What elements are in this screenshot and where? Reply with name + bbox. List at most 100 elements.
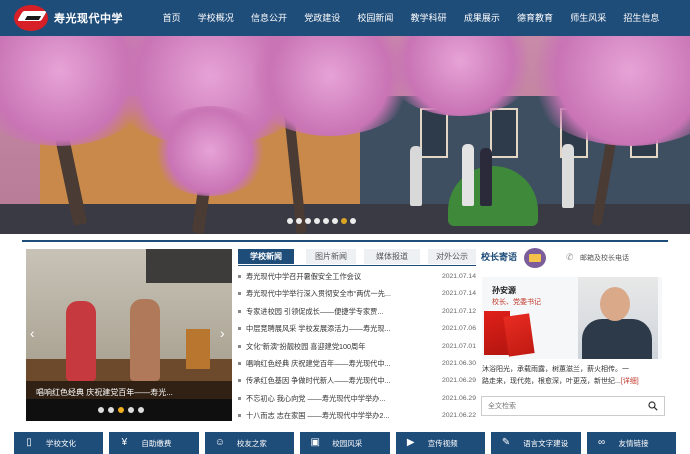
nav-party-building[interactable]: 党政建设 xyxy=(296,0,349,36)
principal-mail-link[interactable]: 邮箱及校长电话 xyxy=(580,253,629,263)
news-title[interactable]: 传承红色基因 争做时代新人——寿光现代中... xyxy=(246,372,414,389)
banner-dot[interactable] xyxy=(332,218,338,224)
principal-card[interactable]: 孙安源 校长、党委书记 xyxy=(482,277,662,359)
book-icon: ▯ xyxy=(26,437,32,448)
principal-message-line-2: 路走来，现代苑，根愈深，叶更茂，新世纪...[详细] xyxy=(482,376,662,388)
quick-link[interactable]: ▣ 校园风采 xyxy=(300,432,390,454)
principal-section-title: 校长寄语 xyxy=(481,252,518,262)
search-input[interactable] xyxy=(482,397,642,415)
nav-info-disclosure[interactable]: 信息公开 xyxy=(242,0,295,36)
quick-link[interactable]: ▯ 学校文化 xyxy=(14,432,104,454)
news-item[interactable]: 不忘初心 我心向党 ——寿光现代中学举办... 2021.06.29 xyxy=(236,390,478,407)
quick-link[interactable]: ∞ 友情链接 xyxy=(586,432,676,454)
slide-performer xyxy=(130,299,160,381)
slider-dot[interactable] xyxy=(108,407,114,413)
banner-dot[interactable] xyxy=(296,218,302,224)
quick-link[interactable]: ▶ 宣传视频 xyxy=(395,432,486,454)
principal-message: 沐浴阳光，承载雨露，树蕙滋兰，薪火相传。一 路走来，现代苑，根愈深，叶更茂，新世… xyxy=(482,364,662,388)
nav-moral-education[interactable]: 德育教育 xyxy=(508,0,561,36)
banner-dot[interactable] xyxy=(350,218,356,224)
user-icon: ☺ xyxy=(214,437,225,448)
slider-dot[interactable] xyxy=(128,407,134,413)
slide-caption[interactable]: 唱响红色经典 庆祝建党百年——寿光... xyxy=(36,387,173,398)
slider-pagination xyxy=(98,407,144,413)
school-emblem-icon xyxy=(14,5,48,31)
chevron-right-icon[interactable]: › xyxy=(220,323,225,343)
link-icon: ∞ xyxy=(597,437,606,448)
banner-dot[interactable] xyxy=(305,218,311,224)
flag-decoration xyxy=(503,313,535,357)
student-figure xyxy=(480,148,492,206)
news-item[interactable]: 中层竞聘展风采 学校发展添活力——寿光现... 2021.07.06 xyxy=(236,320,478,337)
nav-teaching-research[interactable]: 教学科研 xyxy=(402,0,455,36)
quick-link[interactable]: ✎ 语言文字建设 xyxy=(491,432,581,454)
banner-dot[interactable] xyxy=(287,218,293,224)
principal-role: 校长、党委书记 xyxy=(492,299,541,306)
tabs-underline xyxy=(238,265,476,266)
photo-slider[interactable]: 唱响红色经典 庆祝建党百年——寿光... ‹ › xyxy=(26,249,232,421)
news-title[interactable]: 不忘初心 我心向党 ——寿光现代中学举办... xyxy=(246,390,414,407)
nav-teacher-student[interactable]: 师生风采 xyxy=(562,0,615,36)
quick-link[interactable]: ¥ 自助缴费 xyxy=(109,432,199,454)
news-title[interactable]: 中层竞聘展风采 学校发展添活力——寿光现... xyxy=(246,320,414,337)
banner-dot[interactable] xyxy=(314,218,320,224)
quick-link-label: 宣传视频 xyxy=(427,438,458,448)
news-date: 2021.06.29 xyxy=(441,394,476,402)
quick-link-label: 校园风采 xyxy=(332,438,363,448)
news-date: 2021.07.14 xyxy=(441,273,476,280)
news-item[interactable]: 寿光现代中学召开暑假安全工作会议 2021.07.14 xyxy=(236,268,478,285)
nav-admissions[interactable]: 招生信息 xyxy=(615,0,668,36)
tab-school-news[interactable]: 学校新闻 xyxy=(238,249,294,264)
news-title[interactable]: 寿光现代中学举行深入贯彻安全市“两优一先... xyxy=(246,285,414,302)
banner-dot[interactable] xyxy=(323,218,329,224)
mail-icon[interactable] xyxy=(524,248,546,268)
detail-link[interactable]: [详细] xyxy=(621,378,639,385)
quick-link-label: 自助缴费 xyxy=(141,438,172,448)
school-logo[interactable]: 寿光现代中学 xyxy=(14,5,154,31)
banner-dot[interactable] xyxy=(341,218,347,224)
news-item[interactable]: 十八而志 志在家国 ——寿光现代中学举办2... 2021.06.22 xyxy=(236,407,478,424)
section-divider xyxy=(22,240,668,242)
news-title[interactable]: 十八而志 志在家国 ——寿光现代中学举办2... xyxy=(246,407,414,424)
news-title[interactable]: 寿光现代中学召开暑假安全工作会议 xyxy=(246,268,414,285)
news-item[interactable]: 寿光现代中学举行深入贯彻安全市“两优一先... 2021.07.14 xyxy=(236,285,478,302)
tab-media-reports[interactable]: 媒体报道 xyxy=(364,249,420,264)
news-date: 2021.07.01 xyxy=(441,342,476,350)
slider-dot[interactable] xyxy=(118,407,124,413)
news-item[interactable]: 唱响红色经典 庆祝建党百年——寿光现代中... 2021.06.30 xyxy=(236,355,478,372)
banner-window xyxy=(420,108,448,158)
slide-chair xyxy=(186,329,210,369)
quick-link-label: 语言文字建设 xyxy=(523,438,569,448)
image-icon: ▣ xyxy=(310,437,320,448)
nav-campus-news[interactable]: 校园新闻 xyxy=(349,0,402,36)
slider-dot[interactable] xyxy=(98,407,104,413)
quick-link-label: 友情链接 xyxy=(618,438,649,448)
news-date: 2021.06.30 xyxy=(441,359,476,367)
quick-link[interactable]: ☺ 校友之家 xyxy=(204,432,295,454)
principal-photo-body xyxy=(582,319,652,359)
quick-link-label: 校友之家 xyxy=(236,438,267,448)
tab-photo-news[interactable]: 图片新闻 xyxy=(306,249,356,264)
edit-icon: ✎ xyxy=(501,437,511,448)
header: 寿光现代中学 首页 学校概况 信息公开 党政建设 校园新闻 教学科研 成果展示 … xyxy=(0,0,690,36)
news-title[interactable]: 专家进校园 引领促成长——便捷学专家贾... xyxy=(246,303,414,320)
student-figure xyxy=(462,144,474,206)
news-list: 寿光现代中学召开暑假安全工作会议 2021.07.14 寿光现代中学举行深入贯彻安全… xyxy=(236,268,478,425)
principal-message-text: 路走来，现代苑，根愈深，叶更茂，新世纪... xyxy=(482,378,621,385)
news-item[interactable]: 文化“新演”扮靓校园 喜迎建党100周年 2021.07.01 xyxy=(236,338,478,355)
slider-dot[interactable] xyxy=(138,407,144,413)
news-item[interactable]: 专家进校园 引领促成长——便捷学专家贾... 2021.07.12 xyxy=(236,303,478,320)
tab-public-notices[interactable]: 对外公示 xyxy=(428,249,476,264)
student-figure xyxy=(410,146,422,206)
search-icon[interactable] xyxy=(648,401,658,411)
nav-achievements[interactable]: 成果展示 xyxy=(455,0,508,36)
nav-home[interactable]: 首页 xyxy=(154,0,189,36)
nav-school-overview[interactable]: 学校概况 xyxy=(189,0,242,36)
hero-banner[interactable] xyxy=(0,36,690,234)
chevron-left-icon[interactable]: ‹ xyxy=(30,323,35,343)
news-item[interactable]: 传承红色基因 争做时代新人——寿光现代中... 2021.06.29 xyxy=(236,372,478,389)
slide-screen xyxy=(146,249,232,283)
main-nav: 首页 学校概况 信息公开 党政建设 校园新闻 教学科研 成果展示 德育教育 师生… xyxy=(154,0,668,36)
news-title[interactable]: 唱响红色经典 庆祝建党百年——寿光现代中... xyxy=(246,355,414,372)
news-title[interactable]: 文化“新演”扮靓校园 喜迎建党100周年 xyxy=(246,338,414,355)
